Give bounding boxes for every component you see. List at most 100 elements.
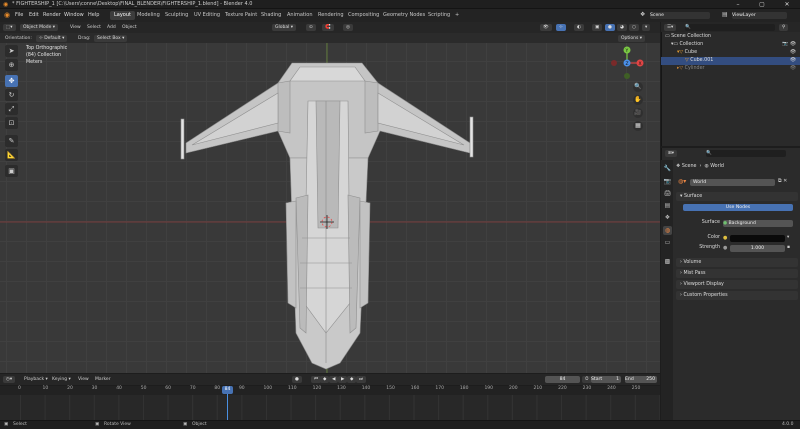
panel-surface[interactable]: ▾ Surface	[676, 192, 798, 201]
shading-options-icon[interactable]: ▾	[642, 24, 651, 31]
color-socket-icon[interactable]: ●	[723, 235, 727, 241]
add-workspace-button[interactable]: +	[451, 11, 463, 20]
end-frame-field[interactable]: End 250	[625, 376, 657, 383]
pan-hand-icon[interactable]: ✋	[633, 95, 643, 105]
output-tab-icon[interactable]: 🖨	[663, 189, 672, 198]
view-layer-tab-icon[interactable]: ▤	[663, 201, 672, 210]
menu-edit[interactable]: Edit	[29, 12, 39, 18]
scene-tab-icon[interactable]: ❖	[663, 213, 672, 222]
tab-geometry-nodes[interactable]: Geometry Nodes	[379, 11, 429, 20]
visibility-eye-icon[interactable]: 👁	[790, 57, 796, 65]
editor-type-icon[interactable]: ⬚▾	[3, 24, 16, 31]
solid-shading-icon[interactable]: ●	[605, 24, 615, 31]
playhead-frame[interactable]: 84	[222, 386, 233, 394]
outliner-row-collection[interactable]: ▾▭ Collection 📷 👁	[661, 41, 800, 49]
camera-view-icon[interactable]: 🎥	[633, 108, 643, 118]
use-nodes-button[interactable]: Use Nodes	[683, 204, 793, 211]
menu-render[interactable]: Render	[43, 12, 61, 18]
jump-end-icon[interactable]: ⏭	[356, 376, 367, 383]
menu-timeline-view[interactable]: View	[78, 376, 89, 383]
scene-selector[interactable]: Scene	[650, 12, 710, 19]
visibility-eye-icon[interactable]: 👁	[790, 49, 796, 57]
annotate-tool-icon[interactable]: ✎	[5, 135, 18, 147]
visibility-icon[interactable]: 👁	[540, 24, 552, 31]
record-icon[interactable]: ●	[292, 376, 302, 383]
tab-modeling[interactable]: Modeling	[133, 11, 164, 20]
tab-texture-paint[interactable]: Texture Paint	[221, 11, 261, 20]
collection-tab-icon[interactable]: ▭	[663, 238, 672, 247]
tab-compositing[interactable]: Compositing	[344, 11, 383, 20]
perspective-toggle-icon[interactable]: ▦	[633, 121, 643, 131]
menu-view[interactable]: View	[70, 24, 81, 31]
tab-uv-editing[interactable]: UV Editing	[190, 11, 224, 20]
close-button[interactable]: ✕	[775, 0, 799, 9]
world-tab-icon[interactable]: ◍	[663, 226, 672, 235]
transform-tool-icon[interactable]: ⊡	[5, 117, 18, 129]
measure-tool-icon[interactable]: 📐	[5, 149, 18, 161]
tab-scripting[interactable]: Scripting	[424, 11, 454, 20]
menu-select[interactable]: Select	[87, 24, 101, 31]
panel-viewport-display[interactable]: › Viewport Display	[676, 280, 798, 289]
menu-file[interactable]: File	[15, 12, 23, 18]
panel-custom-properties[interactable]: › Custom Properties	[676, 291, 798, 300]
proportional-edit-icon[interactable]: ◎	[343, 24, 353, 31]
tab-animation[interactable]: Animation	[283, 11, 317, 20]
xray-icon[interactable]: ▣	[592, 24, 603, 31]
properties-search[interactable]: 🔍	[706, 150, 786, 157]
outliner-search[interactable]: 🔍	[685, 24, 775, 31]
pivot-icon[interactable]: ⊙	[306, 24, 316, 31]
color-menu-icon[interactable]: ▾	[787, 235, 789, 240]
timeline-ruler[interactable]: 0 10 20 30 40 50 60 70 80 90 100 110 120 130 140 150 160…	[0, 386, 660, 395]
texture-tab-icon[interactable]: ▩	[663, 257, 672, 266]
menu-add[interactable]: Add	[107, 24, 116, 31]
view-layer-selector[interactable]: ViewLayer	[732, 12, 787, 19]
start-frame-field[interactable]: Start 1	[591, 376, 621, 383]
menu-window[interactable]: Window	[64, 12, 84, 18]
cursor-tool-icon[interactable]: ⊕	[5, 59, 18, 71]
object-mode-dropdown[interactable]: Object Mode ▾	[20, 24, 59, 31]
properties-editor-icon[interactable]: ⊞▾	[665, 150, 678, 157]
maximize-button[interactable]: ▢	[750, 0, 774, 9]
select-tool-icon[interactable]: ➤	[5, 45, 18, 57]
strength-socket-icon[interactable]: ●	[723, 245, 727, 251]
menu-object[interactable]: Object	[122, 24, 137, 31]
overlay-icon[interactable]: ◐	[574, 24, 584, 31]
menu-marker[interactable]: Marker	[95, 376, 111, 383]
snap-icon[interactable]: 🧲	[322, 24, 334, 31]
navigation-gizmo[interactable]: X Y Z	[608, 44, 646, 82]
transform-orientation-dropdown[interactable]: Global ▾	[272, 24, 297, 31]
zoom-icon[interactable]: 🔍	[633, 82, 643, 92]
current-frame-field[interactable]: 84	[545, 376, 580, 383]
strength-field[interactable]: 1.000	[730, 245, 785, 252]
orientation-dropdown[interactable]: ⊹ Default ▾	[36, 35, 68, 42]
drag-dropdown[interactable]: Select Box ▾	[94, 35, 128, 42]
filter-icon[interactable]: ⚲	[779, 24, 789, 31]
minimize-button[interactable]: –	[726, 0, 750, 9]
gizmo-toggle-icon[interactable]: ⊹	[556, 24, 566, 31]
tab-rendering[interactable]: Rendering	[314, 11, 348, 20]
rendered-shading-icon[interactable]: ○	[629, 24, 639, 31]
options-dropdown[interactable]: Options ▾	[618, 35, 646, 42]
outliner-row-cylinder[interactable]: ▸▽ Cylinder 👁	[661, 65, 800, 73]
world-name-field[interactable]: World	[690, 179, 775, 186]
world-datablock-icon[interactable]: ◍▾	[678, 178, 686, 185]
outliner-row-scene-collection[interactable]: ▭ Scene Collection	[661, 33, 800, 41]
rotate-tool-icon[interactable]: ↻	[5, 89, 18, 101]
move-tool-icon[interactable]: ✥	[5, 75, 18, 87]
outliner-row-cube[interactable]: ▾▽ Cube 👁	[661, 49, 800, 57]
surface-shader-field[interactable]: ● Background	[723, 220, 793, 227]
visibility-eye-icon[interactable]: 📷 👁	[782, 41, 796, 49]
tab-layout[interactable]: Layout	[110, 11, 135, 20]
add-cube-tool-icon[interactable]: ▣	[5, 165, 18, 177]
render-tab-icon[interactable]: 📷	[663, 177, 672, 186]
color-swatch[interactable]	[730, 235, 785, 242]
menu-keying[interactable]: Keying ▾	[52, 376, 71, 383]
tab-sculpting[interactable]: Sculpting	[161, 11, 192, 20]
outliner-editor-icon[interactable]: ☰▾	[664, 24, 677, 31]
world-actions-icons[interactable]: ⧉ ✕	[778, 178, 787, 184]
blender-menu-icon[interactable]: ◉	[4, 11, 10, 19]
tab-shading[interactable]: Shading	[257, 11, 285, 20]
material-shading-icon[interactable]: ◕	[617, 24, 627, 31]
visibility-eye-icon[interactable]: 👁	[790, 65, 796, 73]
menu-playback[interactable]: Playback ▾	[24, 376, 48, 383]
